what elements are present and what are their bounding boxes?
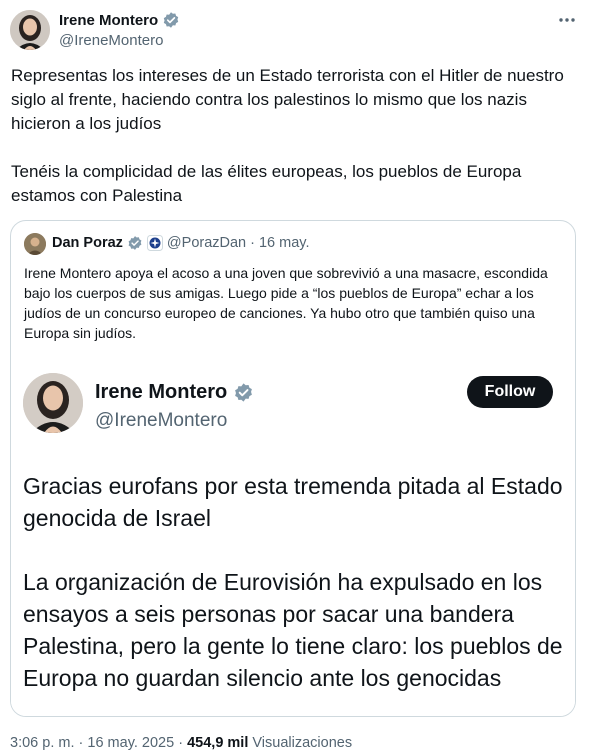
author-name-row: Irene Montero xyxy=(59,11,180,29)
quoted-separator: · xyxy=(250,235,255,251)
verified-badge-icon xyxy=(163,12,179,28)
tweet-text: Representas los intereses de un Estado t… xyxy=(11,66,564,205)
screenshot-author-name: Irene Montero xyxy=(95,381,228,403)
author-name[interactable]: Irene Montero xyxy=(59,12,158,29)
verified-badge-icon xyxy=(235,383,253,402)
profile-photo-icon xyxy=(23,373,83,433)
views-count[interactable]: 454,9 mil xyxy=(187,735,248,751)
screenshot-name-row: Irene Montero xyxy=(95,381,254,404)
screenshot-author-handle: @IreneMontero xyxy=(95,410,228,431)
quoted-author-name[interactable]: Dan Poraz xyxy=(52,235,123,251)
tweet: Irene Montero @IreneMontero Representas … xyxy=(0,0,590,752)
meta-separator: · xyxy=(78,735,84,751)
screenshot-follow-button: Follow xyxy=(467,376,553,408)
more-options-icon[interactable] xyxy=(555,10,579,30)
tweet-time[interactable]: 3:06 p. m. xyxy=(10,735,74,751)
author-avatar[interactable] xyxy=(10,10,50,50)
quoted-media-image[interactable]: Irene Montero @IreneMontero Follow Graci… xyxy=(11,354,575,716)
quoted-profile-photo-icon xyxy=(24,233,46,255)
quoted-text: Irene Montero apoya el acoso a una joven… xyxy=(24,265,548,341)
tweet-meta: 3:06 p. m. · 16 may. 2025 · 454,9 mil Vi… xyxy=(10,735,352,751)
quoted-author-avatar[interactable] xyxy=(24,233,46,255)
quoted-date[interactable]: 16 may. xyxy=(259,235,310,251)
profile-photo-icon xyxy=(10,10,50,50)
quoted-author-handle[interactable]: @PorazDan xyxy=(167,235,246,251)
author-handle[interactable]: @IreneMontero xyxy=(59,32,163,49)
screenshot-paragraph-1: Gracias eurofans por esta tremenda pitad… xyxy=(23,473,563,531)
verified-badge-icon xyxy=(128,236,142,250)
screenshot-avatar xyxy=(23,373,83,433)
meta-separator: · xyxy=(178,735,184,751)
views-label: Visualizaciones xyxy=(252,735,353,751)
tweet-date[interactable]: 16 may. 2025 xyxy=(87,735,174,751)
affiliate-badge-icon xyxy=(146,235,163,251)
screenshot-paragraph-2: La organización de Eurovisión ha expulsa… xyxy=(23,569,563,691)
quoted-header: Dan Poraz @PorazDan · 16 may. xyxy=(52,235,309,251)
quoted-tweet[interactable]: Dan Poraz @PorazDan · 16 may. Irene Mont… xyxy=(10,220,576,717)
